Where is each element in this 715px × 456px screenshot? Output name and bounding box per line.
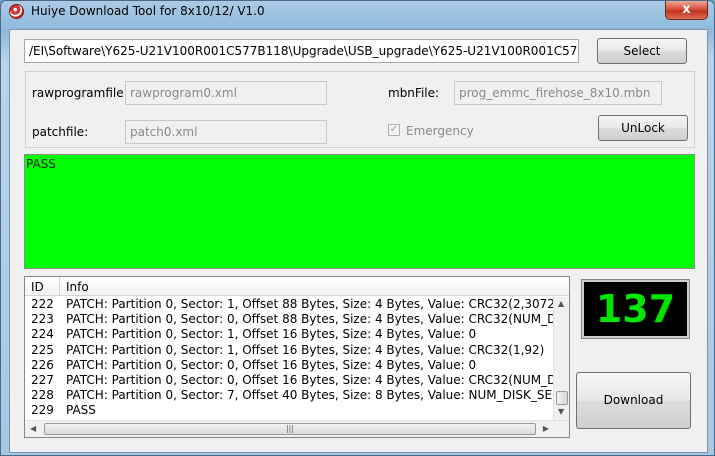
unlock-button[interactable]: UnLock bbox=[598, 115, 688, 141]
emergency-label: Emergency bbox=[406, 124, 474, 138]
patch-label: patchfile: bbox=[32, 125, 89, 139]
title-bar[interactable]: Huiye Download Tool for 8x10/12/ V1.0 x bbox=[1, 1, 714, 23]
patch-field[interactable]: patch0.xml bbox=[125, 120, 327, 144]
pass-counter: 137 bbox=[581, 279, 690, 339]
window-title: Huiye Download Tool for 8x10/12/ V1.0 bbox=[31, 4, 265, 18]
scroll-down-icon[interactable]: ▼ bbox=[558, 407, 564, 416]
select-button[interactable]: Select bbox=[597, 38, 687, 64]
column-header-id[interactable]: ID bbox=[25, 277, 60, 296]
log-row-id: 225 bbox=[31, 342, 54, 357]
log-row[interactable]: 229 PASS bbox=[25, 403, 555, 418]
log-row[interactable]: 225 PATCH: Partition 0, Sector: 1, Offset… bbox=[25, 343, 555, 358]
scroll-left-icon[interactable]: ◀ bbox=[30, 424, 36, 433]
log-row-id: 228 bbox=[31, 388, 54, 403]
status-text: PASS bbox=[26, 157, 56, 171]
rawprogram-field[interactable]: rawprogram0.xml bbox=[125, 81, 327, 105]
scroll-right-icon[interactable]: ▶ bbox=[543, 424, 549, 433]
log-row[interactable]: 222 PATCH: Partition 0, Sector: 1, Offset… bbox=[25, 297, 555, 312]
status-pane: PASS bbox=[24, 154, 695, 269]
close-button[interactable]: x bbox=[665, 1, 708, 20]
log-row[interactable]: 223 PATCH: Partition 0, Sector: 0, Offset… bbox=[25, 312, 555, 327]
emergency-checkbox[interactable]: ✓ bbox=[388, 124, 400, 136]
vertical-scrollbar[interactable]: ▲ ▼ bbox=[553, 297, 569, 421]
mbn-field[interactable]: prog_emmc_firehose_8x10.mbn bbox=[454, 81, 662, 105]
log-row-id: 226 bbox=[31, 357, 54, 372]
horizontal-scrollbar[interactable]: ◀ ||| ▶ bbox=[25, 420, 569, 437]
log-row[interactable]: 228 PATCH: Partition 0, Sector: 7, Offset… bbox=[25, 388, 555, 403]
app-logo-icon bbox=[9, 4, 24, 19]
log-row-id: 223 bbox=[31, 312, 54, 327]
download-button[interactable]: Download bbox=[576, 372, 691, 429]
log-header: ID Info bbox=[25, 277, 569, 296]
mbn-label: mbnFile: bbox=[388, 86, 440, 100]
log-row-info: PATCH: Partition 0, Sector: 0, Offset 88… bbox=[66, 312, 555, 327]
vertical-scroll-thumb[interactable] bbox=[556, 391, 568, 405]
log-row-info: PATCH: Partition 0, Sector: 1, Offset 16… bbox=[66, 342, 545, 357]
column-header-info[interactable]: Info bbox=[61, 277, 89, 296]
client-area: /EI\Software\Y625-U21V100R001C577B118\Up… bbox=[9, 29, 708, 453]
log-row-info: PATCH: Partition 0, Sector: 1, Offset 16… bbox=[66, 327, 477, 342]
log-row-info: PATCH: Partition 0, Sector: 0, Offset 16… bbox=[66, 372, 555, 387]
files-group: rawprogramfile: rawprogram0.xml patchfil… bbox=[25, 71, 695, 148]
horizontal-scroll-thumb[interactable]: ||| bbox=[44, 423, 536, 435]
log-row[interactable]: 226 PATCH: Partition 0, Sector: 0, Offset… bbox=[25, 358, 555, 373]
log-row[interactable]: 224 PATCH: Partition 0, Sector: 1, Offset… bbox=[25, 327, 555, 342]
app-window: Huiye Download Tool for 8x10/12/ V1.0 x … bbox=[0, 0, 715, 456]
log-row-info: PATCH: Partition 0, Sector: 7, Offset 40… bbox=[66, 388, 555, 403]
log-row-id: 224 bbox=[31, 327, 54, 342]
log-row-info: PASS bbox=[66, 403, 96, 418]
log-row-id: 222 bbox=[31, 297, 54, 311]
log-list[interactable]: ID Info 222 PATCH: Partition 0, Sector: 1… bbox=[24, 276, 570, 438]
rawprogram-label: rawprogramfile: bbox=[32, 86, 128, 100]
log-row-id: 229 bbox=[31, 403, 54, 418]
log-row[interactable]: 227 PATCH: Partition 0, Sector: 0, Offset… bbox=[25, 373, 555, 388]
path-field[interactable]: /EI\Software\Y625-U21V100R001C577B118\Up… bbox=[24, 39, 579, 63]
log-row-info: PATCH: Partition 0, Sector: 0, Offset 16… bbox=[66, 357, 477, 372]
log-row-info: PATCH: Partition 0, Sector: 1, Offset 88… bbox=[66, 297, 555, 311]
log-row-id: 227 bbox=[31, 372, 54, 387]
log-rows: 222 PATCH: Partition 0, Sector: 1, Offset… bbox=[25, 297, 555, 419]
scroll-up-icon[interactable]: ▲ bbox=[558, 299, 564, 308]
